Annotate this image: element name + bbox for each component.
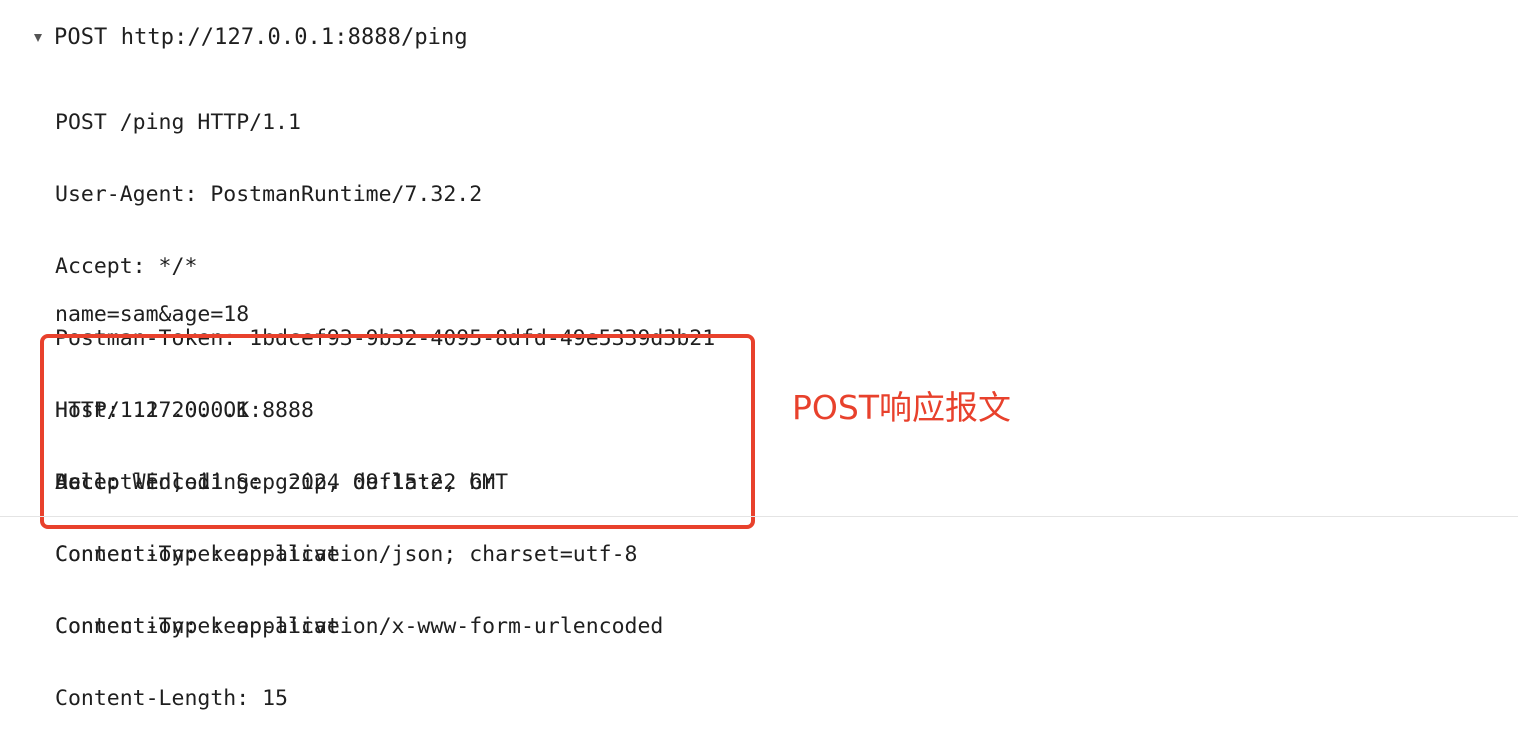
- header-user-agent: User-Agent: PostmanRuntime/7.32.2: [55, 182, 483, 207]
- request-body: name=sam&age=18: [55, 302, 250, 327]
- response-annotation-label: POST响应报文: [792, 388, 1011, 427]
- request-line: POST /ping HTTP/1.1: [55, 110, 301, 135]
- caret-down-icon[interactable]: [34, 33, 42, 42]
- header-content-length: Content-Length: 15: [55, 686, 288, 711]
- header-accept: Accept: */*: [55, 254, 198, 279]
- response-highlight-box: [40, 334, 755, 529]
- entry-divider: [0, 516, 1518, 517]
- response-header-content-type: Content-Type: application/json; charset=…: [55, 542, 638, 567]
- request-toggle[interactable]: POST http://127.0.0.1:8888/ping: [34, 20, 468, 54]
- response-header-connection: Connection: keep-alive: [55, 614, 340, 639]
- request-summary: POST http://127.0.0.1:8888/ping: [54, 24, 468, 50]
